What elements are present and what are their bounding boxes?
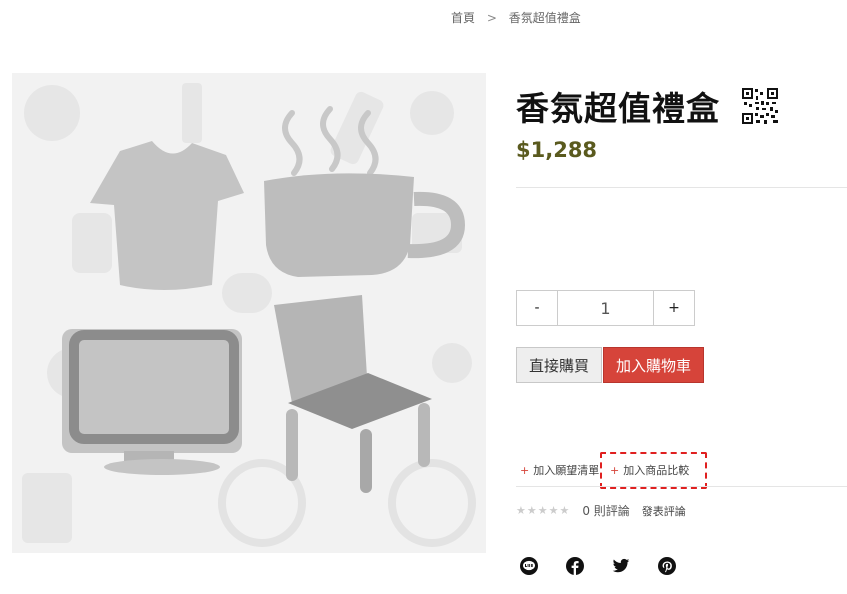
wishlist-label: 加入願望清單 xyxy=(533,464,600,477)
plus-icon: + xyxy=(520,464,530,477)
quantity-stepper: - 1 + xyxy=(516,290,695,326)
twitter-icon[interactable] xyxy=(612,557,630,575)
facebook-icon[interactable] xyxy=(566,557,584,575)
qr-code-icon[interactable] xyxy=(742,88,778,124)
rating-stars: ★★★★★ xyxy=(516,504,571,517)
pinterest-icon[interactable] xyxy=(658,557,676,575)
quantity-input[interactable]: 1 xyxy=(557,291,654,325)
buy-now-button[interactable]: 直接購買 xyxy=(516,347,602,383)
breadcrumb-separator: > xyxy=(486,11,497,25)
divider xyxy=(516,187,847,188)
quantity-increase-button[interactable]: + xyxy=(654,291,694,325)
quantity-decrease-button[interactable]: - xyxy=(517,291,557,325)
write-review-link[interactable]: 發表評論 xyxy=(642,503,686,519)
add-to-cart-button[interactable]: 加入購物車 xyxy=(603,347,704,383)
reviews-summary: ★★★★★ 0 則評論 發表評論 xyxy=(516,502,686,519)
product-price: $1,288 xyxy=(516,138,598,162)
review-count[interactable]: 0 則評論 xyxy=(582,502,629,519)
product-image[interactable] xyxy=(12,73,486,553)
product-title: 香氛超值禮盒 xyxy=(516,89,720,128)
add-to-wishlist-link[interactable]: + 加入願望清單 xyxy=(520,462,599,478)
breadcrumb: 首頁 > 香氛超值禮盒 xyxy=(451,9,581,26)
breadcrumb-home-link[interactable]: 首頁 xyxy=(451,11,475,25)
compare-highlight-box xyxy=(600,452,707,489)
breadcrumb-current: 香氛超值禮盒 xyxy=(508,11,581,25)
placeholder-illustration xyxy=(12,73,486,553)
divider xyxy=(516,486,847,487)
line-icon[interactable] xyxy=(520,557,538,575)
qr-code-graphic xyxy=(742,88,778,124)
